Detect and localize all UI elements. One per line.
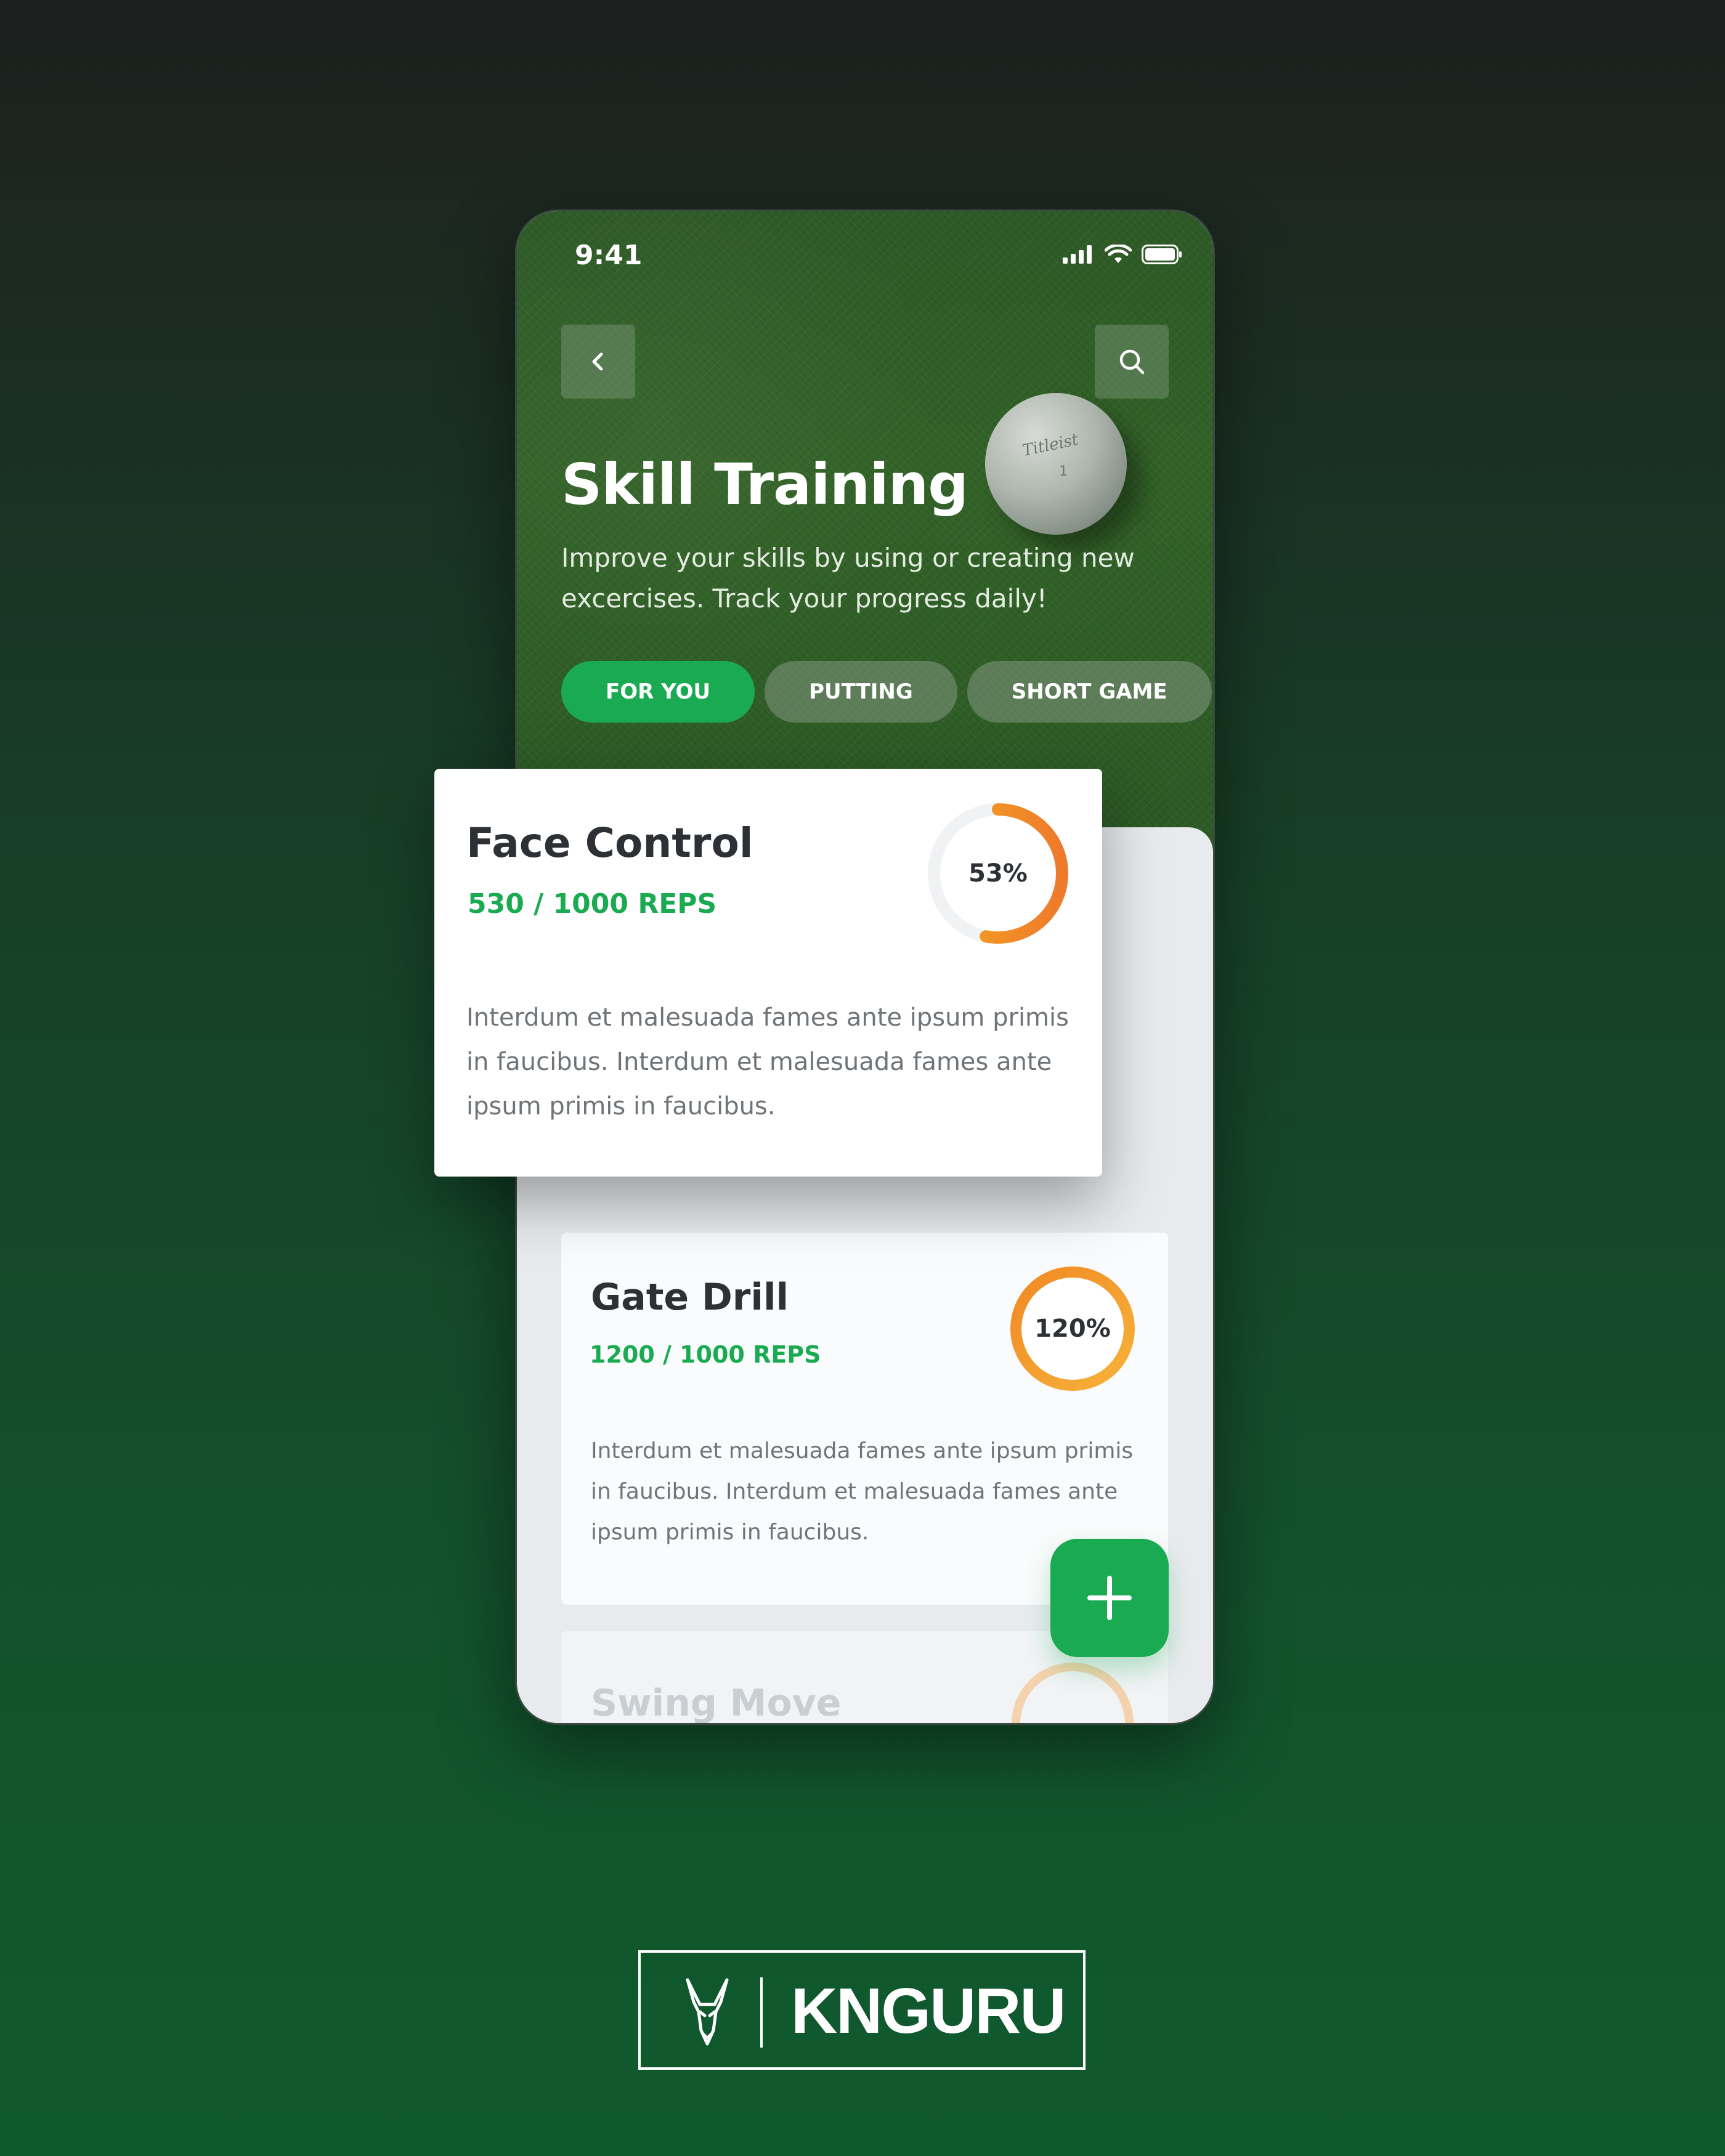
golf-ball-image: Titleist 1 xyxy=(985,393,1127,535)
ball-number: 1 xyxy=(1059,464,1068,479)
card-title: Swing Move xyxy=(591,1682,842,1725)
progress-ring: 53% xyxy=(924,800,1072,947)
card-reps: 530 / 1000 REPS xyxy=(468,888,717,920)
progress-ring: 120% xyxy=(1005,1261,1140,1396)
hero-background: 9:41 Titleist 1 Skill Training Improve y… xyxy=(517,211,1213,864)
status-time: 9:41 xyxy=(575,240,643,271)
card-title: Face Control xyxy=(466,819,753,867)
page-title: Skill Training xyxy=(561,452,968,517)
battery-icon xyxy=(1142,245,1182,264)
page-subtitle: Improve your skills by using or creating… xyxy=(561,543,1135,614)
progress-ring-graphic xyxy=(1012,1663,1134,1723)
progress-ring xyxy=(1005,1656,1140,1723)
progress-percent: 120% xyxy=(1034,1315,1111,1343)
signal-icon xyxy=(1063,245,1092,264)
progress-percent: 53% xyxy=(968,859,1028,888)
kangaroo-icon xyxy=(686,1978,729,2046)
card-reps: 1200 / 1000 REPS xyxy=(590,1341,821,1368)
category-tabs: FOR YOU PUTTING SHORT GAME xyxy=(561,661,1213,723)
wifi-icon xyxy=(1105,245,1132,263)
plus-icon xyxy=(1087,1576,1132,1620)
search-button[interactable] xyxy=(1095,325,1169,399)
tab-putting[interactable]: PUTTING xyxy=(765,661,957,723)
brand-logo: KNGURU xyxy=(638,1950,1086,2070)
chevron-left-icon xyxy=(592,352,603,371)
card-description: Interdum et malesuada fames ante ipsum p… xyxy=(591,1438,1134,1545)
tab-for-you[interactable]: FOR YOU xyxy=(561,661,755,723)
search-icon xyxy=(1119,349,1145,375)
brand-name: KNGURU xyxy=(791,1976,1066,2047)
card-description: Interdum et malesuada fames ante ipsum p… xyxy=(466,1003,1069,1121)
back-button[interactable] xyxy=(561,325,635,399)
add-exercise-button[interactable] xyxy=(1050,1539,1169,1657)
status-icons xyxy=(1063,245,1182,264)
exercise-card-face-control[interactable]: Face Control 530 / 1000 REPS 53% Interdu… xyxy=(434,769,1102,1177)
tab-short-game[interactable]: SHORT GAME xyxy=(967,661,1212,723)
brand-divider xyxy=(760,1977,763,2048)
ball-brand-text: Titleist xyxy=(1020,430,1081,461)
card-title: Gate Drill xyxy=(591,1276,789,1319)
